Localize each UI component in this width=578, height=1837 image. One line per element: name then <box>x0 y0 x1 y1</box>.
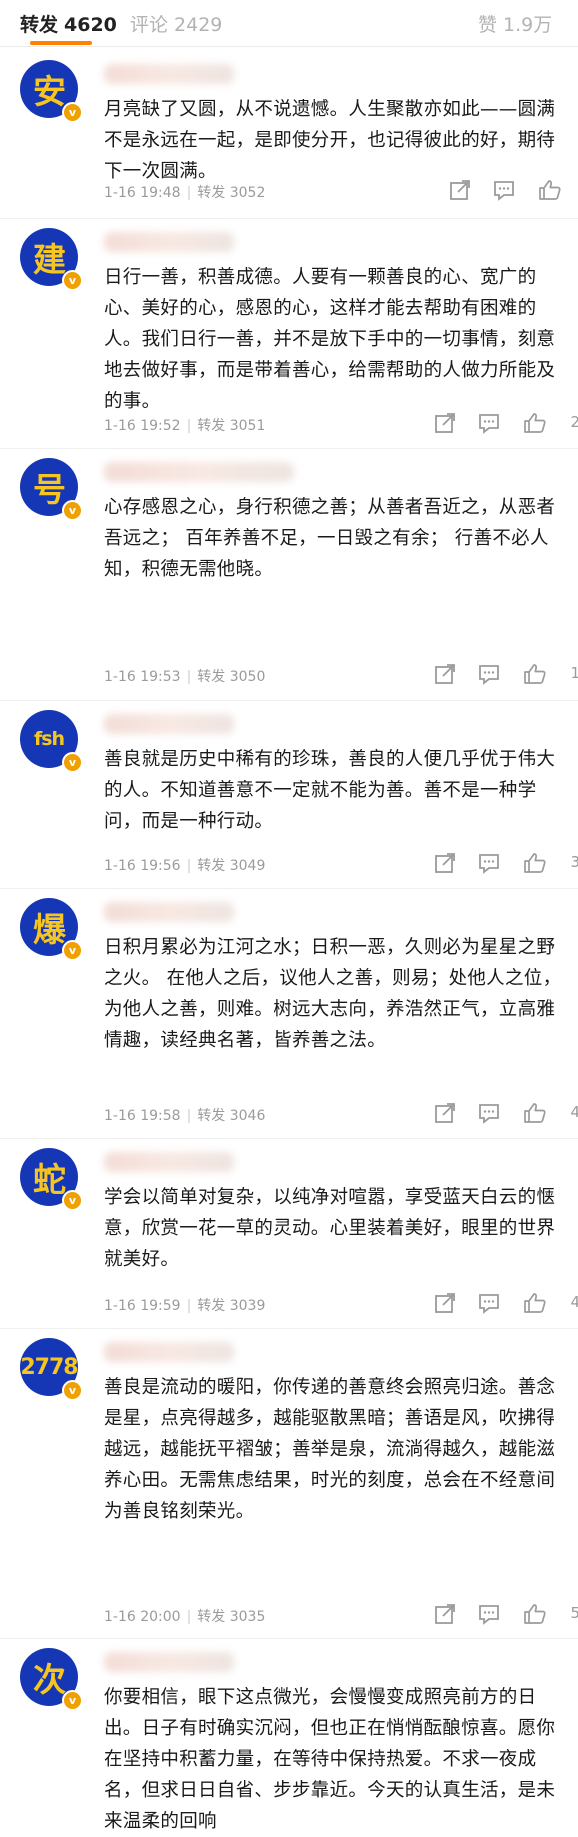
share-icon[interactable] <box>433 1291 457 1315</box>
share-icon[interactable] <box>433 1101 457 1125</box>
comment-meta: 1-16 19:48 | 转发 3052 <box>104 185 266 201</box>
share-icon[interactable] <box>433 662 457 686</box>
timestamp: 1-16 19:56 <box>104 858 181 874</box>
nickname-blurred[interactable] <box>104 462 294 482</box>
comment-text: 善良就是历史中稀有的珍珠，善良的人便几乎优于伟大的人。不知道善意不一定就不能为善… <box>104 749 556 832</box>
comment-item: 安 v 月亮缺了又圆，从不说遗憾。人生聚散亦如此——圆满不是永远在一起，是即使分… <box>0 50 578 219</box>
comment-icon[interactable] <box>477 1101 501 1125</box>
tab-label: 评论 <box>130 14 169 36</box>
verified-badge-icon: v <box>62 940 83 961</box>
comment-item: fsh v 善良就是历史中稀有的珍珠，善良的人便几乎优于伟大的人。不知道善意不一… <box>0 700 578 889</box>
comment-item: 建 v 日行一善，积善成德。人要有一颗善良的心、宽广的心、美好的心，感恩的心，这… <box>0 218 578 449</box>
comment-text: 日积月累必为江河之水；日积一恶，久则必为星星之野之火。 在他人之后，议他人之善，… <box>104 937 562 1051</box>
comment-meta: 1-16 19:52 | 转发 3051 <box>104 418 266 434</box>
comment-item: 次 v 你要相信，眼下这点微光，会慢慢变成照亮前方的日出。日子有时确实沉闷，但也… <box>0 1638 578 1837</box>
tab-comment[interactable]: 评论 2429 <box>130 10 222 37</box>
comment-meta: 1-16 19:58 | 转发 3046 <box>104 1108 266 1124</box>
comment-text: 月亮缺了又圆，从不说遗憾。人生聚散亦如此——圆满不是永远在一起，是即使分开，也记… <box>104 99 556 182</box>
comment-tabs: 转发 4620 评论 2429 赞 1.9万 <box>0 0 578 47</box>
like-count: 4 <box>570 1293 578 1311</box>
comment-text: 心存感恩之心，身行积德之善；从善者吾近之，从恶者吾远之； 百年养善不足，一日毁之… <box>104 497 556 580</box>
comment-icon[interactable] <box>477 662 501 686</box>
tab-count: 1.9万 <box>503 14 553 36</box>
like-count: 5 <box>570 1604 578 1622</box>
nickname-blurred[interactable] <box>104 902 234 922</box>
comment-meta: 1-16 19:56 | 转发 3049 <box>104 858 266 874</box>
verified-badge-icon: v <box>62 270 83 291</box>
like-count: 3 <box>570 853 578 871</box>
comment-actions: 3 <box>433 851 578 875</box>
timestamp: 1-16 19:58 <box>104 1108 181 1124</box>
comment-icon[interactable] <box>477 411 501 435</box>
like-icon[interactable] <box>523 851 547 875</box>
verified-badge-icon: v <box>62 102 83 123</box>
comment-text: 学会以简单对复杂，以纯净对喧嚣，享受蓝天白云的惬意，欣赏一花一草的灵动。心里装着… <box>104 1187 556 1270</box>
comment-text: 你要相信，眼下这点微光，会慢慢变成照亮前方的日出。日子有时确实沉闷，但也正在悄悄… <box>104 1687 556 1832</box>
comment-actions: 5 <box>433 1602 578 1626</box>
nickname-blurred[interactable] <box>104 232 234 252</box>
comment-actions: 2 <box>433 411 578 435</box>
repost-count: 转发 3035 <box>197 1609 266 1625</box>
timestamp: 1-16 20:00 <box>104 1609 181 1625</box>
like-icon[interactable] <box>538 178 562 202</box>
verified-badge-icon: v <box>62 500 83 521</box>
share-icon[interactable] <box>433 1602 457 1626</box>
verified-badge-icon: v <box>62 752 83 773</box>
timestamp: 1-16 19:53 <box>104 669 181 685</box>
tab-repost[interactable]: 转发 4620 <box>20 10 117 37</box>
like-count: 2 <box>570 413 578 431</box>
nickname-blurred[interactable] <box>104 64 234 84</box>
tab-label: 赞 <box>478 14 498 36</box>
timestamp: 1-16 19:59 <box>104 1298 181 1314</box>
repost-count: 转发 3052 <box>197 185 266 201</box>
nickname-blurred[interactable] <box>104 1652 234 1672</box>
repost-count: 转发 3051 <box>197 418 266 434</box>
like-icon[interactable] <box>523 1291 547 1315</box>
like-icon[interactable] <box>523 662 547 686</box>
comment-meta: 1-16 19:59 | 转发 3039 <box>104 1298 266 1314</box>
comment-icon[interactable] <box>477 1602 501 1626</box>
comment-icon[interactable] <box>477 1291 501 1315</box>
verified-badge-icon: v <box>62 1690 83 1711</box>
tab-count: 4620 <box>64 14 117 36</box>
share-icon[interactable] <box>433 411 457 435</box>
like-icon[interactable] <box>523 1602 547 1626</box>
comment-actions: 4 <box>433 1291 578 1315</box>
tab-count: 2429 <box>174 14 223 36</box>
like-icon[interactable] <box>523 411 547 435</box>
tab-like[interactable]: 赞 1.9万 <box>478 10 552 37</box>
comment-actions: 4 <box>433 1101 578 1125</box>
verified-badge-icon: v <box>62 1190 83 1211</box>
timestamp: 1-16 19:48 <box>104 185 181 201</box>
comment-icon[interactable] <box>477 851 501 875</box>
timestamp: 1-16 19:52 <box>104 418 181 434</box>
comment-meta: 1-16 19:53 | 转发 3050 <box>104 669 266 685</box>
tab-label: 转发 <box>20 14 59 36</box>
active-tab-indicator <box>30 41 92 45</box>
share-icon[interactable] <box>448 178 472 202</box>
comment-text: 日行一善，积善成德。人要有一颗善良的心、宽广的心、美好的心，感恩的心，这样才能去… <box>104 267 556 412</box>
repost-count: 转发 3050 <box>197 669 266 685</box>
nickname-blurred[interactable] <box>104 1342 234 1362</box>
comment-text: 善良是流动的暖阳，你传递的善意终会照亮归途。善念是星，点亮得越多，越能驱散黑暗；… <box>104 1377 556 1522</box>
nickname-blurred[interactable] <box>104 714 234 734</box>
like-count: 1 <box>570 664 578 682</box>
repost-count: 转发 3049 <box>197 858 266 874</box>
verified-badge-icon: v <box>62 1380 83 1401</box>
like-icon[interactable] <box>523 1101 547 1125</box>
repost-count: 转发 3046 <box>197 1108 266 1124</box>
repost-count: 转发 3039 <box>197 1298 266 1314</box>
comment-item: 蛇 v 学会以简单对复杂，以纯净对喧嚣，享受蓝天白云的惬意，欣赏一花一草的灵动。… <box>0 1138 578 1329</box>
share-icon[interactable] <box>433 851 457 875</box>
like-count: 4 <box>570 1103 578 1121</box>
comment-meta: 1-16 20:00 | 转发 3035 <box>104 1609 266 1625</box>
comment-item: 号 v 心存感恩之心，身行积德之善；从善者吾近之，从恶者吾远之； 百年养善不足，… <box>0 448 578 701</box>
comment-icon[interactable] <box>492 178 516 202</box>
nickname-blurred[interactable] <box>104 1152 234 1172</box>
comment-actions <box>448 178 578 202</box>
comment-item: 2778 v 善良是流动的暖阳，你传递的善意终会照亮归途。善念是星，点亮得越多，… <box>0 1328 578 1639</box>
comment-actions: 1 <box>433 662 578 686</box>
comment-item: 爆 v 日积月累必为江河之水；日积一恶，久则必为星星之野之火。 在他人之后，议他… <box>0 888 578 1139</box>
